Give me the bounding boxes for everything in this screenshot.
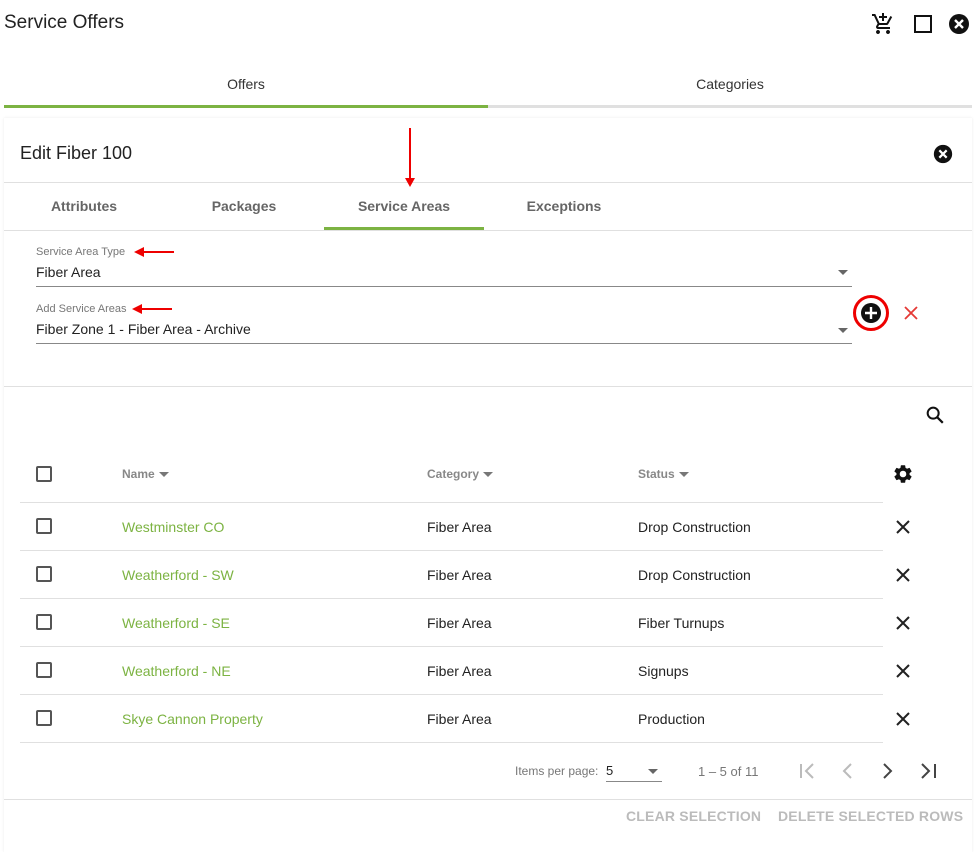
- chevron-down-icon: [838, 328, 848, 333]
- sort-caret-icon: [483, 472, 494, 478]
- tab-attributes[interactable]: Attributes: [4, 183, 164, 230]
- add-service-area-button[interactable]: [852, 294, 890, 332]
- table-row: Westminster CO Fiber Area Drop Construct…: [20, 503, 883, 551]
- row-name-link[interactable]: Weatherford - NE: [122, 663, 231, 679]
- editor-title: Edit Fiber 100: [20, 143, 133, 163]
- row-checkbox[interactable]: [36, 710, 52, 726]
- close-circle-icon[interactable]: [947, 12, 971, 36]
- column-header-category[interactable]: Category: [427, 467, 494, 481]
- clear-selection-button[interactable]: CLEAR SELECTION: [626, 808, 761, 824]
- row-name-link[interactable]: Weatherford - SE: [122, 615, 230, 631]
- tab-exceptions[interactable]: Exceptions: [484, 183, 644, 230]
- row-checkbox[interactable]: [36, 518, 52, 534]
- window-title: Service Offers: [4, 12, 125, 33]
- sort-caret-icon: [678, 472, 689, 478]
- maximize-icon[interactable]: [911, 12, 935, 36]
- gear-icon[interactable]: [892, 463, 914, 485]
- last-page-icon[interactable]: [917, 761, 939, 781]
- sort-caret-icon: [158, 472, 169, 478]
- remove-row-icon[interactable]: [895, 663, 911, 679]
- tab-categories[interactable]: Categories: [488, 60, 972, 108]
- remove-row-icon[interactable]: [895, 615, 911, 631]
- table-row: Weatherford - NE Fiber Area Signups: [20, 647, 883, 695]
- row-name-link[interactable]: Westminster CO: [122, 519, 224, 535]
- service-area-type-value: Fiber Area: [36, 264, 101, 280]
- tab-service-areas[interactable]: Service Areas: [324, 183, 484, 230]
- row-checkbox[interactable]: [36, 614, 52, 630]
- table-row: Skye Cannon Property Fiber Area Producti…: [20, 695, 883, 743]
- select-all-checkbox[interactable]: [36, 466, 52, 482]
- delete-selected-rows-button[interactable]: DELETE SELECTED ROWS: [778, 808, 963, 824]
- row-category: Fiber Area: [427, 663, 492, 679]
- row-checkbox[interactable]: [36, 566, 52, 582]
- tab-offers[interactable]: Offers: [4, 60, 488, 108]
- row-name-link[interactable]: Weatherford - SW: [122, 567, 234, 583]
- row-status: Drop Construction: [638, 567, 751, 583]
- remove-row-icon[interactable]: [895, 567, 911, 583]
- service-area-type-label: Service Area Type: [36, 246, 126, 258]
- row-category: Fiber Area: [427, 567, 492, 583]
- items-per-page-label: Items per page:: [515, 764, 599, 778]
- clear-selection-x-icon[interactable]: [903, 305, 919, 321]
- remove-row-icon[interactable]: [895, 519, 911, 535]
- add-to-cart-icon[interactable]: [871, 12, 895, 36]
- row-category: Fiber Area: [427, 711, 492, 727]
- search-icon[interactable]: [924, 404, 946, 426]
- row-name-link[interactable]: Skye Cannon Property: [122, 711, 263, 727]
- column-header-name[interactable]: Name: [122, 467, 169, 481]
- column-header-status[interactable]: Status: [638, 467, 689, 481]
- first-page-icon[interactable]: [797, 761, 819, 781]
- remove-row-icon[interactable]: [895, 711, 911, 727]
- next-page-icon[interactable]: [877, 761, 897, 781]
- items-per-page-select[interactable]: 5: [606, 760, 662, 782]
- close-editor-icon[interactable]: [932, 143, 954, 165]
- chevron-down-icon: [648, 769, 658, 774]
- add-service-areas-value: Fiber Zone 1 - Fiber Area - Archive: [36, 321, 251, 337]
- row-status: Signups: [638, 663, 689, 679]
- row-status: Production: [638, 711, 705, 727]
- row-checkbox[interactable]: [36, 662, 52, 678]
- previous-page-icon[interactable]: [838, 761, 858, 781]
- row-status: Fiber Turnups: [638, 615, 725, 631]
- chevron-down-icon: [838, 270, 848, 275]
- row-category: Fiber Area: [427, 519, 492, 535]
- add-service-areas-label: Add Service Areas: [36, 303, 127, 315]
- table-row: Weatherford - SE Fiber Area Fiber Turnup…: [20, 599, 883, 647]
- table-row: Weatherford - SW Fiber Area Drop Constru…: [20, 551, 883, 599]
- tab-packages[interactable]: Packages: [164, 183, 324, 230]
- row-category: Fiber Area: [427, 615, 492, 631]
- row-status: Drop Construction: [638, 519, 751, 535]
- page-range: 1 – 5 of 11: [698, 764, 759, 779]
